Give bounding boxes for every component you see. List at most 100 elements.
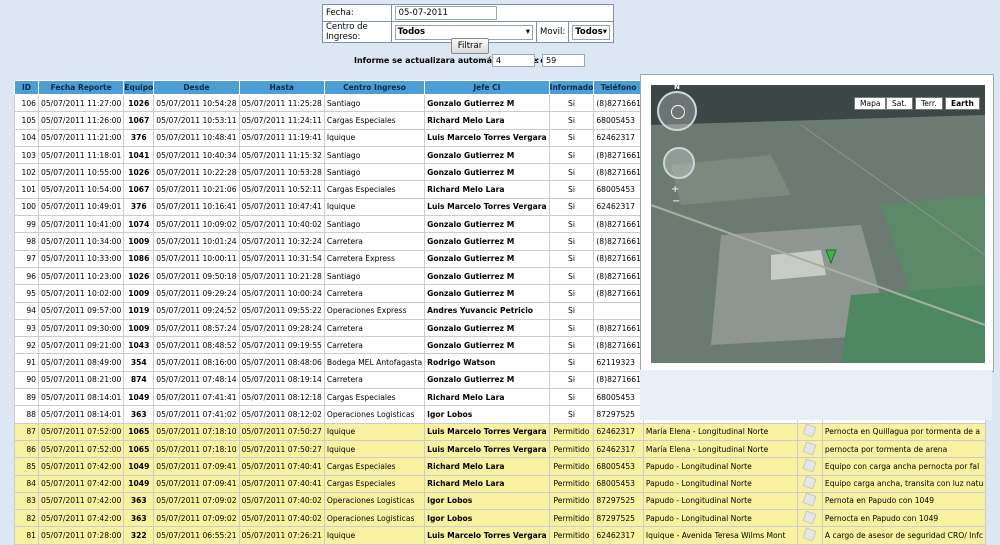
table-row[interactable]: 86 05/07/2011 07:52:00 1065 05/07/2011 07:1… — [14, 439, 987, 459]
table-cell: 89 — [14, 388, 39, 407]
table-cell: 363 — [123, 509, 155, 528]
movil-select[interactable]: Todos ▾ — [572, 24, 610, 40]
column-header[interactable]: Informado — [548, 80, 595, 95]
table-cell: 105 — [14, 111, 39, 130]
compass-north-label: N — [674, 85, 680, 91]
table-cell: 05/07/2011 07:42:00 — [37, 474, 125, 493]
table-cell: 05/07/2011 09:55:22 — [238, 301, 325, 320]
movil-select-value: Todos — [575, 27, 603, 37]
table-cell: Gonzalo Gutierrez M — [424, 93, 550, 113]
table-cell: Pernocta en Papudo con 1049 — [821, 509, 987, 528]
table-cell: 05/07/2011 10:00:11 — [153, 249, 240, 268]
satellite-map[interactable]: N + − Mapa Sat. Terr. Earth — [651, 85, 985, 363]
table-cell: 05/07/2011 08:49:00 — [37, 353, 125, 372]
compass-control-icon[interactable]: N — [657, 85, 697, 131]
table-cell: 05/07/2011 07:42:00 — [37, 491, 125, 511]
auto-seconds-input[interactable]: 59 — [542, 54, 585, 67]
table-cell: (8)8271661 — [593, 163, 644, 182]
table-cell: 05/07/2011 11:15:32 — [238, 145, 325, 165]
table-cell: Permitido — [548, 509, 595, 528]
table-cell: Richard Melo Lara — [424, 180, 550, 199]
fecha-input[interactable]: 05-07-2011 — [394, 6, 497, 20]
table-cell: 1026 — [123, 93, 155, 113]
table-cell: 05/07/2011 09:30:00 — [37, 318, 125, 338]
note-icon[interactable] — [796, 474, 823, 493]
table-cell: 05/07/2011 10:23:00 — [37, 266, 125, 286]
table-cell: Richard Melo Lara — [424, 388, 550, 407]
table-cell: 05/07/2011 11:25:28 — [238, 93, 325, 113]
table-row[interactable]: 87 05/07/2011 07:52:00 1065 05/07/2011 07:1… — [14, 422, 987, 441]
table-cell: Operaciones Logisticas — [323, 491, 426, 511]
map-type-mapa[interactable]: Mapa — [854, 97, 887, 110]
table-cell: 05/07/2011 07:50:27 — [238, 439, 325, 459]
table-row[interactable]: 82 05/07/2011 07:42:00 363 05/07/2011 07:09… — [14, 509, 987, 528]
look-icon — [671, 105, 685, 119]
table-cell: Permitido — [548, 474, 595, 493]
table-cell: Si — [548, 266, 595, 286]
table-cell: 1074 — [123, 215, 155, 234]
table-cell: 05/07/2011 10:34:00 — [37, 232, 125, 251]
zoom-in-icon[interactable]: + — [671, 185, 679, 195]
auto-minutes-input[interactable]: 4 — [492, 54, 535, 67]
column-header[interactable]: ID — [14, 80, 39, 95]
table-cell: Si — [548, 249, 595, 268]
table-cell: Rodrigo Watson — [424, 353, 550, 372]
table-cell: 82 — [14, 509, 39, 528]
table-cell: 05/07/2011 10:21:28 — [238, 266, 325, 286]
column-header[interactable]: Fecha Reporte — [37, 80, 125, 95]
table-cell: 62462317 — [593, 197, 644, 217]
note-icon[interactable] — [796, 509, 823, 528]
table-cell: 05/07/2011 09:29:24 — [153, 284, 240, 303]
pan-control-icon[interactable] — [663, 147, 695, 179]
column-header[interactable]: Jefe CI — [424, 80, 550, 95]
column-header[interactable]: Teléfono — [593, 80, 644, 95]
column-header[interactable]: Hasta — [238, 80, 325, 95]
table-cell: Equipo con carga ancha pernocta por fal — [821, 457, 987, 476]
centro-select-value: Todos — [397, 27, 426, 37]
column-header[interactable]: Desde — [153, 80, 240, 95]
zoom-out-icon[interactable]: − — [672, 197, 680, 207]
note-icon[interactable] — [796, 422, 823, 441]
table-cell: 05/07/2011 08:19:14 — [238, 370, 325, 390]
note-icon[interactable] — [796, 457, 823, 476]
table-cell: Si — [548, 370, 595, 390]
table-row[interactable]: 83 05/07/2011 07:42:00 363 05/07/2011 07:09… — [14, 491, 987, 511]
table-cell: Si — [548, 353, 595, 372]
table-cell: 83 — [14, 491, 39, 511]
table-cell: Igor Lobos — [424, 509, 550, 528]
map-terrain-icon — [651, 85, 985, 363]
table-cell: Iquique — [323, 439, 426, 459]
note-icon[interactable] — [796, 526, 823, 545]
column-header[interactable]: Centro Ingreso — [323, 80, 426, 95]
table-cell: 05/07/2011 10:16:41 — [153, 197, 240, 217]
column-header[interactable]: Equipo — [123, 80, 155, 95]
map-type-earth[interactable]: Earth — [945, 97, 980, 110]
table-cell: Operaciones Express — [323, 301, 426, 320]
table-cell: Gonzalo Gutierrez M — [424, 336, 550, 355]
table-cell: 1086 — [123, 249, 155, 268]
table-cell: 68005453 — [593, 388, 644, 407]
table-row[interactable]: 85 05/07/2011 07:42:00 1049 05/07/2011 07:0… — [14, 457, 987, 476]
map-type-sat[interactable]: Sat. — [886, 97, 913, 110]
movil-label: Movil: — [536, 21, 570, 43]
table-cell: Igor Lobos — [424, 491, 550, 511]
map-type-terr[interactable]: Terr. — [915, 97, 943, 110]
table-cell: 05/07/2011 08:48:52 — [153, 336, 240, 355]
table-cell: 05/07/2011 10:33:00 — [37, 249, 125, 268]
table-cell: 102 — [14, 163, 39, 182]
table-cell: 05/07/2011 10:48:41 — [153, 128, 240, 147]
table-cell: 81 — [14, 526, 39, 545]
table-row[interactable]: 84 05/07/2011 07:42:00 1049 05/07/2011 07:0… — [14, 474, 987, 493]
table-cell: Si — [548, 215, 595, 234]
table-cell: 05/07/2011 08:21:00 — [37, 370, 125, 390]
note-icon[interactable] — [796, 439, 823, 459]
table-cell: Gonzalo Gutierrez M — [424, 266, 550, 286]
table-cell: 05/07/2011 08:16:00 — [153, 353, 240, 372]
chevron-down-icon: ▾ — [525, 27, 531, 37]
table-row[interactable]: 81 05/07/2011 07:28:00 322 05/07/2011 06:55… — [14, 526, 987, 545]
filtrar-button[interactable]: Filtrar — [451, 38, 489, 54]
table-cell: 05/07/2011 10:49:01 — [37, 197, 125, 217]
table-cell: 05/07/2011 10:31:54 — [238, 249, 325, 268]
table-cell: 93 — [14, 318, 39, 338]
note-icon[interactable] — [796, 491, 823, 511]
